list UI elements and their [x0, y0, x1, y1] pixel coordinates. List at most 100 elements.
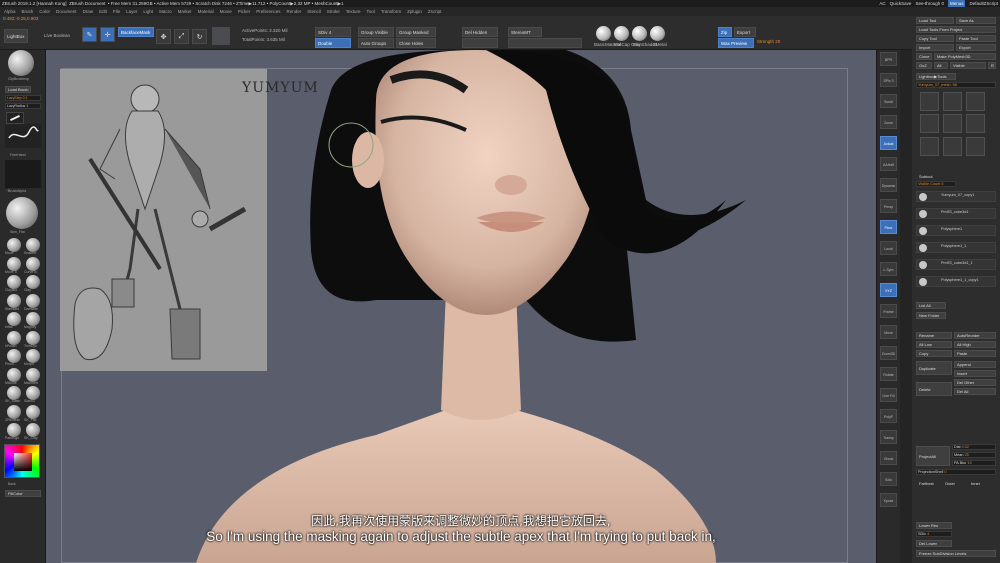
brush-curvetu-icon[interactable]: [26, 256, 40, 271]
auto-groups-button[interactable]: Auto Groups: [358, 38, 394, 48]
wax-preview-button[interactable]: Wax Preview: [718, 38, 754, 48]
sdiv-tray-slider[interactable]: SDiv 4: [916, 531, 952, 537]
draw-mode-button[interactable]: ✛: [100, 27, 115, 42]
default-zscript-button[interactable]: DefaultZScript: [969, 0, 998, 7]
inner-toggle[interactable]: Inner: [968, 480, 992, 487]
all-low-button[interactable]: All Low: [916, 341, 952, 348]
tool-thumb-1[interactable]: [920, 92, 939, 111]
brush-sk-flat-icon[interactable]: [26, 404, 40, 419]
subtool-row[interactable]: Polysphere1: [916, 225, 996, 236]
lower-res-button[interactable]: Lower Res: [916, 522, 952, 529]
menu-draw[interactable]: Draw: [83, 7, 94, 16]
view-spix-3-button[interactable]: SPix 3: [880, 73, 897, 87]
menu-transform[interactable]: Transform: [381, 7, 401, 16]
all-high-button[interactable]: All High: [954, 341, 996, 348]
projection-shell-slider[interactable]: ProjectionShell 0: [916, 469, 996, 475]
stroke-preview[interactable]: [6, 112, 24, 124]
clip-brush-icon[interactable]: [8, 50, 34, 76]
menu-light[interactable]: Light: [143, 7, 153, 16]
viewport-canvas[interactable]: YUMYUM 因此,我再次使用蒙版来调整微妙的顶点,我想把它放回去, So I'…: [46, 50, 876, 563]
view-transp-button[interactable]: Transp: [880, 430, 897, 444]
menu-macro[interactable]: Macro: [159, 7, 172, 16]
brush-standard-icon[interactable]: [7, 293, 21, 308]
view-move-button[interactable]: Move: [880, 325, 897, 339]
subtool-row[interactable]: PmSS_cube3d1_1: [916, 259, 996, 270]
view-line-fill-button[interactable]: Line Fill: [880, 388, 897, 402]
zip-button[interactable]: Zip: [718, 27, 732, 37]
duplicate-button[interactable]: Duplicate: [916, 361, 952, 375]
load-tools-from-project-button[interactable]: Load Tools From Project: [916, 26, 996, 33]
view-local-button[interactable]: Local: [880, 241, 897, 255]
live-boolean-toggle[interactable]: Live Boolean: [44, 33, 70, 38]
menu-zscript[interactable]: Zscript: [428, 7, 442, 16]
menu-edit[interactable]: Edit: [99, 7, 107, 16]
brush-hpolish-icon[interactable]: [7, 330, 21, 345]
freehand-stroke-preview[interactable]: [5, 124, 41, 148]
brush-move-ti-icon[interactable]: [7, 256, 21, 271]
tool-thumb-8[interactable]: [943, 137, 962, 156]
export-button[interactable]: Export: [734, 27, 756, 37]
clone-button[interactable]: Clone: [916, 53, 932, 60]
dist-slider[interactable]: Dist 0.02: [952, 444, 996, 450]
stereo-button[interactable]: StereoMT: [508, 27, 542, 37]
color-swatch-button[interactable]: [212, 27, 230, 45]
lazystep-slider[interactable]: LazyStep 0.1: [5, 95, 41, 101]
subtool-row[interactable]: Polysphere1_1_copy1: [916, 276, 996, 287]
brush-sk-clay-icon[interactable]: [26, 423, 40, 437]
view-l-sym-button[interactable]: L.Sym: [880, 262, 897, 276]
menu-file[interactable]: File: [113, 7, 120, 16]
paste-button[interactable]: Paste: [954, 350, 996, 357]
subtool-row[interactable]: Polysphere1_1: [916, 242, 996, 253]
lightbox-button[interactable]: LightBox: [4, 29, 28, 43]
del-all-button[interactable]: Del All: [954, 388, 996, 395]
brush-damstan-icon[interactable]: [26, 293, 40, 308]
visible-count-slider[interactable]: Visible Count 5: [916, 181, 956, 187]
visible-button[interactable]: Visible: [950, 62, 986, 69]
view-aahalf-button[interactable]: AAHalf: [880, 157, 897, 171]
menu-stroke[interactable]: Stroke: [327, 7, 340, 16]
material-zmetal-ball[interactable]: [650, 26, 665, 41]
brush-sk-slash-icon[interactable]: [7, 386, 21, 400]
menu-material[interactable]: Material: [198, 7, 214, 16]
copy-tool-button[interactable]: Copy Tool: [916, 35, 954, 42]
view-persp-button[interactable]: Persp: [880, 199, 897, 213]
backface-mask-button[interactable]: BackfaceMask: [118, 27, 154, 37]
rename-button[interactable]: Rename: [916, 332, 952, 339]
brush-slash3-icon[interactable]: [26, 386, 40, 400]
brush-magnify-icon[interactable]: [26, 312, 40, 326]
brush-paintsgh-icon[interactable]: [7, 423, 21, 437]
brush-pinch-icon[interactable]: [7, 349, 21, 363]
menu-marker[interactable]: Marker: [178, 7, 192, 16]
material-basic-ball[interactable]: [596, 26, 611, 41]
tool-thumb-4[interactable]: [920, 114, 939, 133]
append-button[interactable]: Append: [954, 361, 996, 368]
pa-blur-slider[interactable]: PA Blur 10: [952, 460, 996, 466]
sdiv-slider[interactable]: SDiv 4: [315, 27, 351, 37]
menu-movie[interactable]: Movie: [220, 7, 232, 16]
material-skin-ball[interactable]: [632, 26, 647, 41]
view-floor-button[interactable]: Floor: [880, 220, 897, 234]
view-bpr-button[interactable]: BPR: [880, 52, 897, 66]
copy-button[interactable]: Copy: [916, 350, 952, 357]
del-hidden-button[interactable]: Del Hidden: [462, 27, 498, 37]
view-frame-button[interactable]: Frame: [880, 304, 897, 318]
brush-clay-icon[interactable]: [26, 275, 40, 289]
del-lower-button[interactable]: Del Lower: [916, 540, 952, 547]
fill-color-button[interactable]: FillColor: [5, 490, 41, 497]
alpha-preview[interactable]: [5, 160, 41, 188]
view-scroll-button[interactable]: Scroll: [880, 94, 897, 108]
brush-trimdyn-icon[interactable]: [26, 330, 40, 345]
view-zoom-button[interactable]: Zoom: [880, 115, 897, 129]
brush-zremesh-icon[interactable]: [7, 404, 21, 419]
view-xyz-button[interactable]: XYZ: [880, 283, 897, 297]
scale-button[interactable]: ⤢: [174, 29, 189, 44]
lightbox-tools-button[interactable]: Lightbox▶Tools: [916, 73, 956, 80]
current-tool-slider[interactable]: Yumyum_07_mesh. 56: [916, 82, 996, 88]
tool-thumb-6[interactable]: [966, 114, 985, 133]
sculpt-model[interactable]: [46, 50, 876, 563]
menu-tool[interactable]: Tool: [367, 7, 375, 16]
brush-morph-icon[interactable]: [26, 349, 40, 363]
see-through-slider[interactable]: See-through 0: [915, 0, 944, 7]
view-rotate-button[interactable]: Rotate: [880, 367, 897, 381]
material-matcap-ball[interactable]: [614, 26, 629, 41]
